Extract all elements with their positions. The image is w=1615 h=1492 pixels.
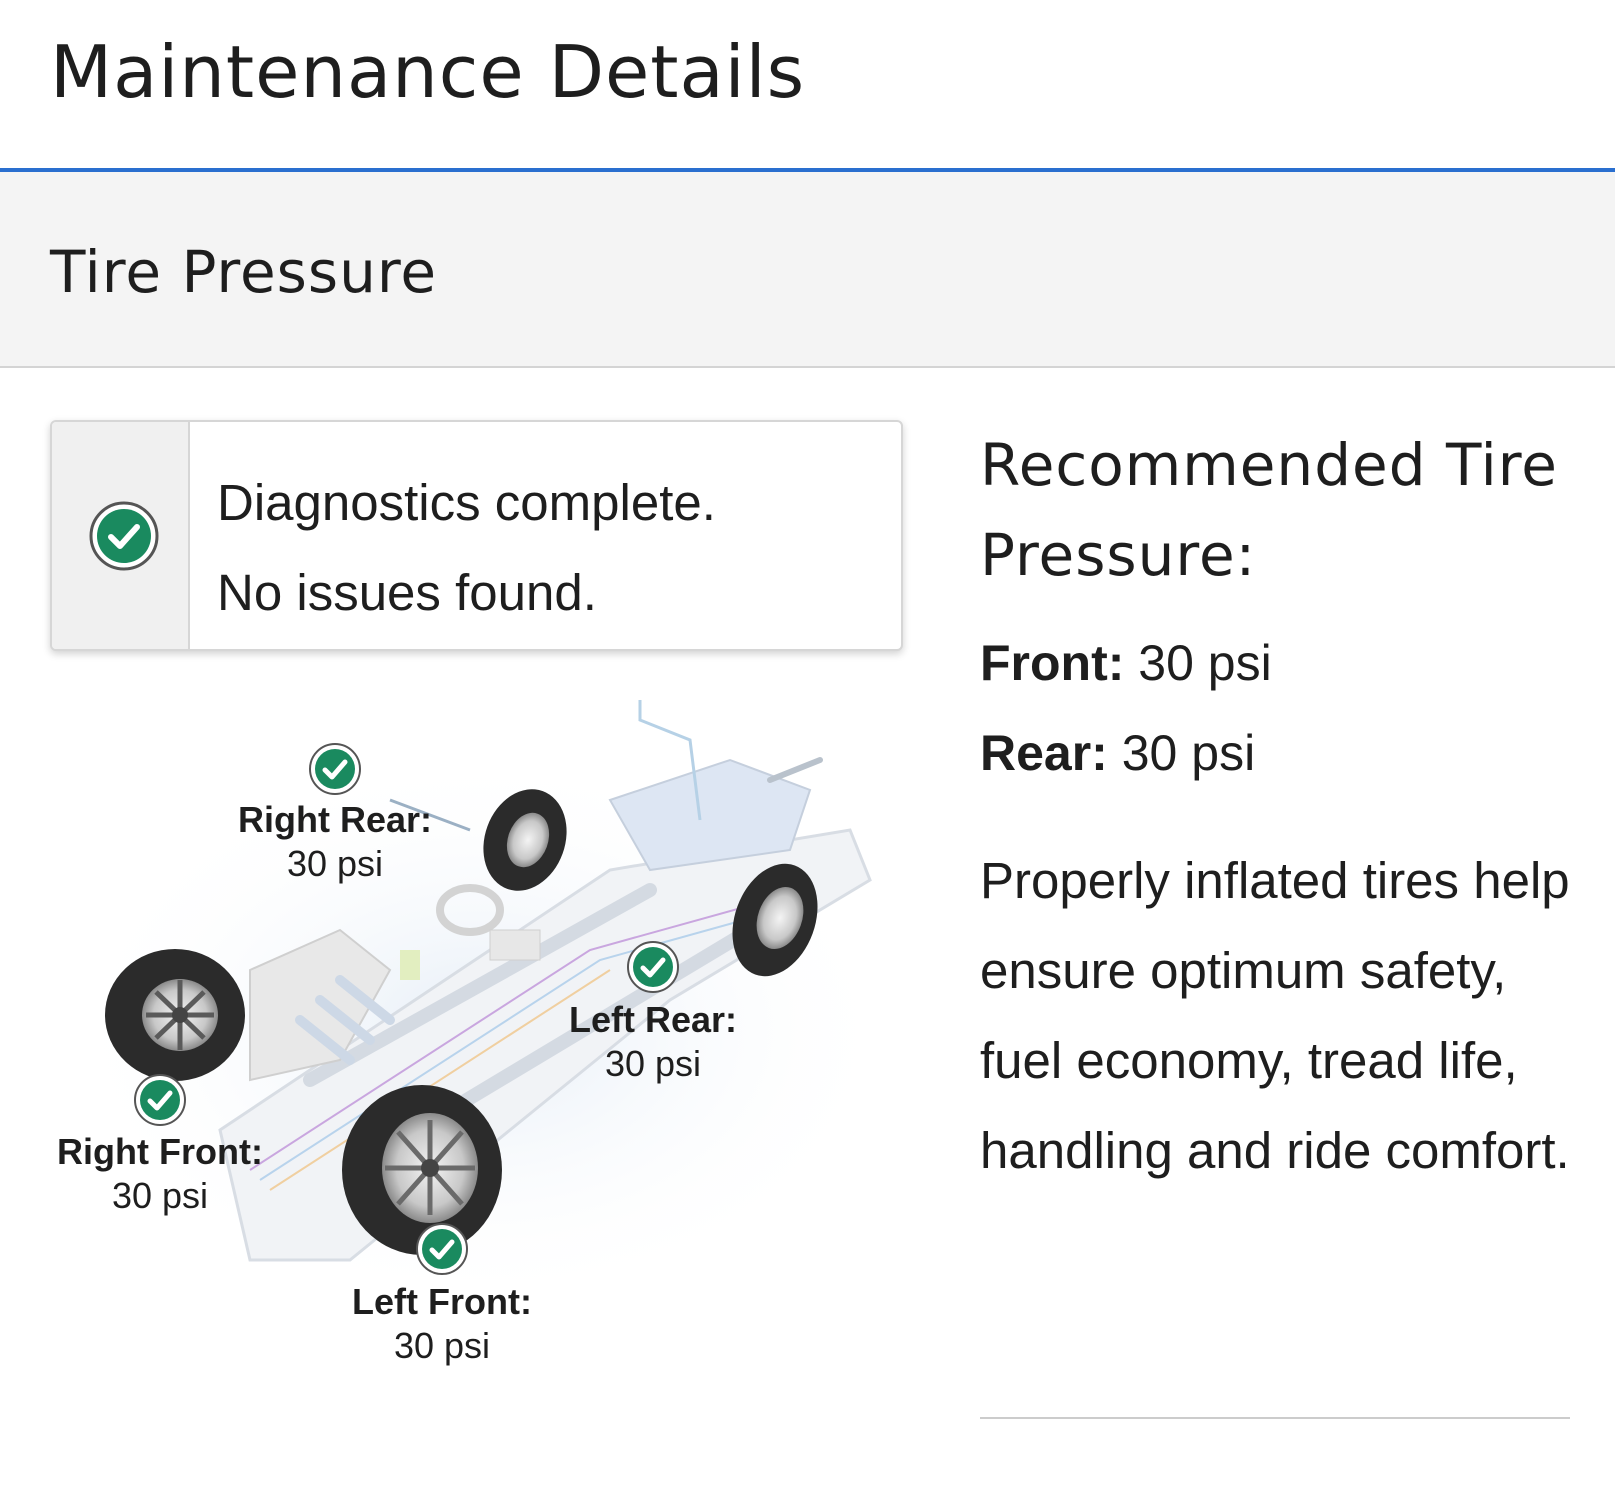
right-front-wheel bbox=[105, 949, 245, 1081]
right-front-check-icon bbox=[134, 1074, 186, 1126]
recommended-title: Recommended Tire Pressure: bbox=[980, 431, 1558, 589]
status-line-2: No issues found. bbox=[217, 564, 597, 621]
recommended-front: Front: 30 psi bbox=[980, 618, 1580, 708]
rear-value: 30 psi bbox=[1121, 725, 1256, 781]
tire-left-front: Left Front: 30 psi bbox=[312, 1280, 572, 1368]
tire-pressure-value: 30 psi bbox=[604, 1043, 702, 1084]
recommended-panel: Recommended Tire Pressure: Front: 30 psi… bbox=[980, 420, 1580, 1196]
tire-right-rear: Right Rear: 30 psi bbox=[205, 798, 465, 886]
diagnostics-status-card: Diagnostics complete. No issues found. bbox=[50, 420, 903, 651]
left-front-check-icon bbox=[416, 1223, 468, 1275]
tire-name: Right Front: bbox=[57, 1131, 263, 1172]
rear-label: Rear: bbox=[980, 725, 1108, 781]
front-label: Front: bbox=[980, 635, 1125, 691]
section-header: Tire Pressure bbox=[0, 172, 1615, 368]
status-message: Diagnostics complete. No issues found. bbox=[217, 458, 716, 638]
recommended-values: Front: 30 psi Rear: 30 psi bbox=[980, 618, 1580, 798]
right-rear-check-icon bbox=[309, 743, 361, 795]
page-header: Maintenance Details bbox=[0, 0, 1615, 172]
divider bbox=[980, 1417, 1570, 1419]
tire-name: Left Front: bbox=[352, 1281, 532, 1322]
status-line-1: Diagnostics complete. bbox=[217, 474, 716, 531]
check-circle-icon bbox=[89, 501, 159, 571]
tire-pressure-description: Properly inflated tires help ensure opti… bbox=[980, 852, 1570, 1179]
tire-pressure-value: 30 psi bbox=[393, 1325, 491, 1366]
front-value: 30 psi bbox=[1138, 635, 1272, 691]
recommended-rear: Rear: 30 psi bbox=[980, 708, 1580, 798]
tire-name: Left Rear: bbox=[568, 999, 738, 1040]
tire-right-front: Right Front: 30 psi bbox=[30, 1130, 290, 1218]
left-rear-check-icon bbox=[627, 941, 679, 993]
tire-left-rear: Left Rear: 30 psi bbox=[523, 998, 783, 1086]
car-diagram: Right Rear: 30 psi Left Rear: 30 psi Rig… bbox=[50, 700, 910, 1420]
tire-pressure-value: 30 psi bbox=[111, 1175, 209, 1216]
page-title: Maintenance Details bbox=[50, 30, 806, 114]
section-title: Tire Pressure bbox=[50, 238, 438, 306]
tire-name: Right Rear: bbox=[237, 799, 432, 840]
status-icon-column bbox=[52, 422, 190, 649]
tire-pressure-value: 30 psi bbox=[286, 843, 384, 884]
